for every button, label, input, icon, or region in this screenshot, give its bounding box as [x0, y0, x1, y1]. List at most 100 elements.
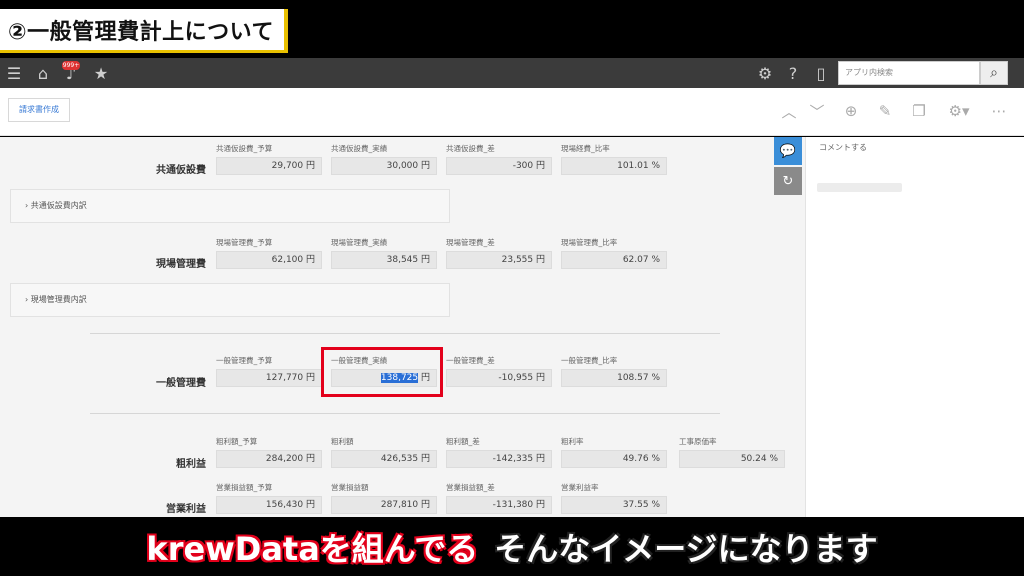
field-label: 一般管理費_予算 — [216, 356, 273, 365]
search-icon[interactable]: ⌕ — [980, 61, 1008, 85]
subtitle-part-2: そんなイメージになります — [494, 529, 878, 568]
field-general-ratio: 一般管理費_比率 108.57 % — [561, 355, 667, 387]
field-value: 49.76 % — [561, 450, 667, 468]
section-label-common: 共通仮設費 — [156, 165, 206, 176]
subtable-label: 現場管理費内訳 — [30, 295, 87, 304]
field-value: 287,810 円 — [331, 496, 437, 514]
field-label: 粗利額_差 — [446, 437, 480, 446]
field-site-ratio: 現場管理費_比率 62.07 % — [561, 237, 667, 269]
section-divider — [90, 333, 720, 334]
subtitle-band: krewDataを組んでる そんなイメージになります — [0, 517, 1024, 576]
field-common-ratio: 現場経費_比率 101.01 % — [561, 143, 667, 175]
plus-circle-icon[interactable]: ⊕ — [840, 100, 862, 122]
caption-title: ②一般管理費計上について — [8, 19, 274, 45]
search-input[interactable]: アプリ内検索 — [838, 61, 980, 85]
field-label: 現場管理費_実績 — [331, 238, 388, 247]
edit-icon[interactable]: ✎ — [874, 100, 896, 122]
subtable-toggle-site[interactable]: › 現場管理費内訳 — [10, 283, 450, 317]
field-common-actual: 共通仮設費_実績 30,000 円 — [331, 143, 437, 175]
field-value: 38,545 円 — [331, 251, 437, 269]
field-value: 426,535 円 — [331, 450, 437, 468]
mobile-icon[interactable]: ▯ — [810, 58, 832, 88]
chevron-down-icon[interactable]: ﹀ — [806, 100, 828, 122]
gear-icon[interactable]: ⚙ — [754, 58, 776, 88]
field-value: 101.01 % — [561, 157, 667, 175]
section-label-general: 一般管理費 — [156, 378, 206, 389]
field-label: 一般管理費_比率 — [561, 356, 618, 365]
field-general-diff: 一般管理費_差 -10,955 円 — [446, 355, 552, 387]
notification-badge: 999+ — [62, 61, 80, 70]
field-value: -10,955 円 — [446, 369, 552, 387]
field-operating-actual: 営業損益額 287,810 円 — [331, 482, 437, 514]
field-label: 現場管理費_差 — [446, 238, 495, 247]
field-operating-rate: 営業利益率 37.55 % — [561, 482, 667, 514]
comment-panel — [805, 137, 1024, 517]
field-site-budget: 現場管理費_予算 62,100 円 — [216, 237, 322, 269]
record-toolbar: 請求書作成 ︿ ﹀ ⊕ ✎ ❐ ⚙▾ ⋯ — [0, 88, 1024, 136]
field-cost-rate: 工事原価率 50.24 % — [679, 436, 785, 468]
comment-label[interactable]: コメントする — [819, 142, 867, 153]
comment-icon[interactable]: 💬 — [774, 137, 802, 165]
field-operating-diff: 営業損益額_差 -131,380 円 — [446, 482, 552, 514]
field-general-budget: 一般管理費_予算 127,770 円 — [216, 355, 322, 387]
field-value: -300 円 — [446, 157, 552, 175]
field-label: 営業損益額_差 — [446, 483, 495, 492]
section-divider — [90, 413, 720, 414]
field-gross-diff: 粗利額_差 -142,335 円 — [446, 436, 552, 468]
field-value: -142,335 円 — [446, 450, 552, 468]
help-icon[interactable]: ? — [782, 58, 804, 88]
field-value: 37.55 % — [561, 496, 667, 514]
field-operating-budget: 営業損益額_予算 156,430 円 — [216, 482, 322, 514]
section-label-gross: 粗利益 — [176, 459, 206, 470]
chevron-up-icon[interactable]: ︿ — [778, 100, 800, 122]
field-value: 284,200 円 — [216, 450, 322, 468]
video-frame: ②一般管理費計上について ☰ ⌂ ♪ ★ ⚙ ? ▯ 999+ アプリ内検索 ⌕… — [0, 0, 1024, 576]
field-site-actual: 現場管理費_実績 38,545 円 — [331, 237, 437, 269]
record-detail: 共通仮設費 共通仮設費_予算 29,700 円 共通仮設費_実績 30,000 … — [0, 137, 805, 517]
field-value: 62.07 % — [561, 251, 667, 269]
field-value: 29,700 円 — [216, 157, 322, 175]
field-value: 30,000 円 — [331, 157, 437, 175]
section-label-site: 現場管理費 — [156, 259, 206, 270]
star-icon[interactable]: ★ — [90, 58, 112, 88]
field-gross-rate: 粗利率 49.76 % — [561, 436, 667, 468]
field-common-diff: 共通仮設費_差 -300 円 — [446, 143, 552, 175]
field-label: 共通仮設費_差 — [446, 144, 495, 153]
field-value: 108.57 % — [561, 369, 667, 387]
home-icon[interactable]: ⌂ — [32, 58, 54, 88]
field-label: 営業損益額 — [331, 483, 369, 492]
field-common-budget: 共通仮設費_予算 29,700 円 — [216, 143, 322, 175]
gear-icon[interactable]: ⚙▾ — [944, 100, 974, 122]
more-icon[interactable]: ⋯ — [988, 100, 1010, 122]
field-label: 粗利額_予算 — [216, 437, 258, 446]
field-gross-budget: 粗利額_予算 284,200 円 — [216, 436, 322, 468]
field-value: 62,100 円 — [216, 251, 322, 269]
field-label: 粗利額 — [331, 437, 354, 446]
field-label: 営業損益額_予算 — [216, 483, 273, 492]
field-value: 127,770 円 — [216, 369, 322, 387]
subtable-label: 共通仮設費内訳 — [30, 201, 87, 210]
subtitle-part-1: krewDataを組んでる — [146, 529, 479, 569]
comment-placeholder — [817, 183, 902, 192]
caption-box: ②一般管理費計上について — [0, 9, 288, 53]
field-label: 共通仮設費_予算 — [216, 144, 273, 153]
field-value: -131,380 円 — [446, 496, 552, 514]
section-label-operating: 営業利益 — [166, 504, 206, 515]
highlight-box — [321, 347, 443, 397]
field-value: 156,430 円 — [216, 496, 322, 514]
copy-icon[interactable]: ❐ — [908, 100, 930, 122]
field-site-diff: 現場管理費_差 23,555 円 — [446, 237, 552, 269]
field-label: 現場管理費_比率 — [561, 238, 618, 247]
field-label: 共通仮設費_実績 — [331, 144, 388, 153]
caption-band: ②一般管理費計上について — [0, 0, 1024, 58]
history-icon[interactable]: ↻ — [774, 167, 802, 195]
field-label: 営業利益率 — [561, 483, 599, 492]
field-value: 23,555 円 — [446, 251, 552, 269]
menu-icon[interactable]: ☰ — [2, 58, 26, 88]
field-label: 粗利率 — [561, 437, 584, 446]
field-label: 現場管理費_予算 — [216, 238, 273, 247]
subtable-toggle-common[interactable]: › 共通仮設費内訳 — [10, 189, 450, 223]
field-gross-actual: 粗利額 426,535 円 — [331, 436, 437, 468]
field-label: 一般管理費_差 — [446, 356, 495, 365]
create-invoice-button[interactable]: 請求書作成 — [8, 98, 70, 122]
